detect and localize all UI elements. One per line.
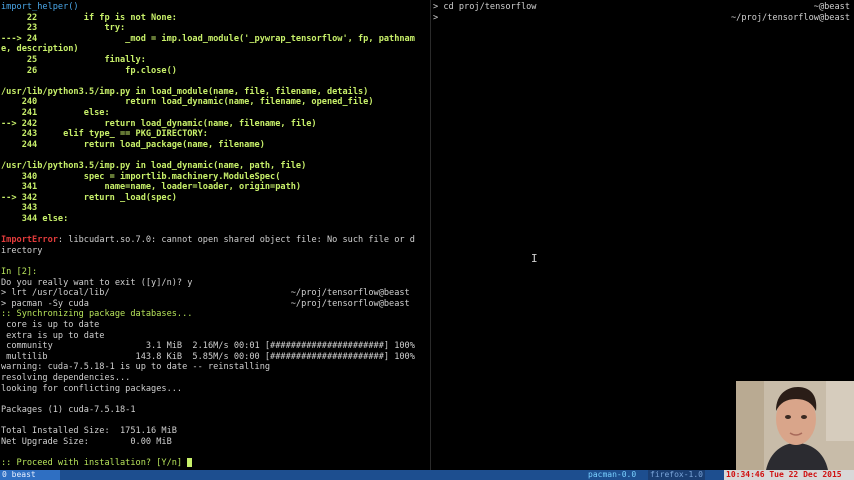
terminal-line-text: 25 finally: bbox=[1, 55, 146, 65]
terminal-line-text: multilib 143.8 KiB 5.85M/s 00:00 [######… bbox=[1, 351, 415, 362]
terminal-line: --> 242 return load_dynamic(name, filena… bbox=[1, 119, 430, 130]
terminal-line-text: 22 if fp is not None: bbox=[1, 12, 177, 23]
terminal-line: import_helper() bbox=[1, 2, 430, 13]
terminal-line-text: :: Proceed with installation? [Y/n] bbox=[1, 457, 188, 468]
terminal-line: 344 else: bbox=[1, 214, 430, 225]
terminal-line: 26 fp.close() bbox=[1, 66, 430, 77]
prompt-command: > bbox=[433, 12, 439, 23]
status-bar: 0 beast pacman-0.0 firefox-1.0 10:34:46 … bbox=[0, 470, 854, 480]
terminal-line: 241 else: bbox=[1, 108, 430, 119]
terminal-line-text: /usr/lib/python3.5/imp.py in load_dynami… bbox=[1, 161, 307, 171]
terminal-line: Packages (1) cuda-7.5.18-1 bbox=[1, 405, 430, 416]
terminal-line: :: Proceed with installation? [Y/n] bbox=[1, 457, 430, 469]
clock: 10:34:46 Tue 22 Dec 2015 bbox=[724, 470, 854, 480]
terminal-line-text: 341 name=name, loader=loader, origin=pat… bbox=[1, 182, 302, 193]
terminal-line: multilib 143.8 KiB 5.85M/s 00:00 [######… bbox=[1, 352, 430, 363]
terminal-line: 341 name=name, loader=loader, origin=pat… bbox=[1, 182, 430, 193]
terminal-line-text: Do you really want to exit ([y]/n)? y bbox=[1, 277, 193, 288]
terminal-line: looking for conflicting packages... bbox=[1, 384, 430, 395]
terminal-line-text: 240 return load_dynamic(name, filename, … bbox=[1, 97, 374, 108]
left-terminal-pane[interactable]: import_helper() 22 if fp is not None: 23… bbox=[0, 0, 430, 470]
terminal-line: e, description) bbox=[1, 44, 430, 55]
terminal-line-text: 344 else: bbox=[1, 214, 69, 224]
error-message: : libcudart.so.7.0: cannot open shared o… bbox=[57, 235, 415, 246]
terminal-line: irectory bbox=[1, 246, 430, 257]
terminal-line-text: > pacman -Sy cuda ~/proj/tensorflow@beas… bbox=[1, 298, 410, 309]
terminal-line-text: --> 242 return load_dynamic(name, filena… bbox=[1, 118, 317, 129]
terminal-line-text: 244 return load_package(name, filename) bbox=[1, 139, 265, 150]
terminal-line-text: /usr/lib/python3.5/imp.py in load_module… bbox=[1, 86, 369, 97]
terminal-line: > cd proj/tensorflow ~@beast bbox=[433, 2, 854, 13]
terminal-line: > lrt /usr/local/lib/ ~/proj/tensorflow@… bbox=[1, 288, 430, 299]
terminal-line: community 3.1 MiB 2.16M/s 00:01 [#######… bbox=[1, 341, 430, 352]
terminal-line: 240 return load_dynamic(name, filename, … bbox=[1, 97, 430, 108]
terminal-line-text: Packages (1) cuda-7.5.18-1 bbox=[1, 404, 136, 415]
terminal-line-text: community 3.1 MiB 2.16M/s 00:01 [#######… bbox=[1, 341, 415, 352]
webcam-overlay bbox=[736, 381, 854, 470]
terminal-line: resolving dependencies... bbox=[1, 373, 430, 384]
terminal-line-text: e, description) bbox=[1, 44, 79, 55]
terminal-line: :: Synchronizing package databases... bbox=[1, 309, 430, 320]
webcam-person-image bbox=[736, 381, 854, 470]
terminal-line-text: > lrt /usr/local/lib/ ~/proj/tensorflow@… bbox=[1, 288, 410, 299]
i-beam-cursor-icon: I bbox=[531, 252, 538, 265]
prompt-path: ~/proj/tensorflow@beast bbox=[731, 12, 850, 23]
terminal-line: 244 return load_package(name, filename) bbox=[1, 140, 430, 151]
terminal-line-text: resolving dependencies... bbox=[1, 373, 131, 383]
terminal-line-text: --> 342 return _load(spec) bbox=[1, 192, 177, 203]
terminal-line: > pacman -Sy cuda ~/proj/tensorflow@beas… bbox=[1, 299, 430, 310]
error-label: ImportError bbox=[1, 235, 58, 246]
terminal-line: --> 342 return _load(spec) bbox=[1, 193, 430, 204]
terminal-line: Net Upgrade Size: 0.00 MiB bbox=[1, 437, 430, 448]
terminal-line-text: extra is up to date bbox=[1, 330, 105, 341]
terminal-line-text: ---> 24 _mod = imp.load_module('_pywrap_… bbox=[1, 33, 415, 44]
terminal-line-text: 343 bbox=[1, 203, 38, 214]
terminal-line: /usr/lib/python3.5/imp.py in load_module… bbox=[1, 87, 430, 98]
terminal-line: warning: cuda-7.5.18-1 is up to date -- … bbox=[1, 362, 430, 373]
terminal-line-text: Net Upgrade Size: 0.00 MiB bbox=[1, 436, 172, 447]
terminal-line: 343 bbox=[1, 203, 430, 214]
terminal-line: 23 try: bbox=[1, 23, 430, 34]
terminal-line-text: 340 spec = importlib.machinery.ModuleSpe… bbox=[1, 171, 281, 182]
terminal-line-text: warning: cuda-7.5.18-1 is up to date -- … bbox=[1, 362, 271, 373]
terminal-line: 25 finally: bbox=[1, 55, 430, 66]
window-pacman[interactable]: pacman-0.0 bbox=[586, 470, 638, 480]
terminal-line: In [2]: bbox=[1, 267, 430, 278]
terminal-line-text: import_helper() bbox=[1, 2, 79, 12]
terminal-line: Total Installed Size: 1751.16 MiB bbox=[1, 426, 430, 437]
terminal-line: 243 elif type_ == PKG_DIRECTORY: bbox=[1, 129, 430, 140]
terminal-line-text: looking for conflicting packages... bbox=[1, 383, 183, 394]
window-firefox[interactable]: firefox-1.0 bbox=[648, 470, 705, 480]
terminal-line-text: 241 else: bbox=[1, 108, 110, 118]
terminal-line: Do you really want to exit ([y]/n)? y bbox=[1, 278, 430, 289]
terminal-line: ---> 24 _mod = imp.load_module('_pywrap_… bbox=[1, 34, 430, 45]
terminal-line-text: 243 elif type_ == PKG_DIRECTORY: bbox=[1, 129, 208, 140]
terminal-line-text: 23 try: bbox=[1, 23, 126, 34]
terminal-line-text: In [2]: bbox=[1, 267, 38, 277]
prompt-command: > cd proj/tensorflow bbox=[433, 2, 537, 12]
terminal-line: ImportError: libcudart.so.7.0: cannot op… bbox=[1, 235, 430, 246]
terminal-line: 22 if fp is not None: bbox=[1, 13, 430, 24]
terminal-line-text: ImportError: libcudart.so.7.0: cannot op… bbox=[1, 235, 415, 245]
terminal-line: 340 spec = importlib.machinery.ModuleSpe… bbox=[1, 172, 430, 183]
prompt-path: ~@beast bbox=[813, 2, 850, 12]
terminal-line: extra is up to date bbox=[1, 331, 430, 342]
terminal-line-text: :: Synchronizing package databases... bbox=[1, 309, 193, 320]
workspace-indicator[interactable]: 0 beast bbox=[0, 470, 60, 480]
terminal-line: core is up to date bbox=[1, 320, 430, 331]
terminal-line-text: 26 fp.close() bbox=[1, 65, 177, 76]
terminal-line-text: core is up to date bbox=[1, 320, 100, 330]
terminal-line-text: irectory bbox=[1, 245, 43, 256]
terminal-line-text: Total Installed Size: 1751.16 MiB bbox=[1, 426, 177, 436]
terminal-line: /usr/lib/python3.5/imp.py in load_dynami… bbox=[1, 161, 430, 172]
terminal-line: > ~/proj/tensorflow@beast bbox=[433, 13, 854, 24]
block-cursor-icon bbox=[187, 457, 193, 467]
